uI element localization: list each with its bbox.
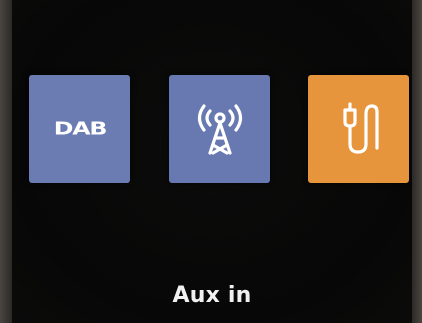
- device-screen: DAB Aux in: [12, 0, 412, 323]
- bezel-left-edge: [0, 0, 12, 323]
- dab-text-icon: DAB: [53, 118, 107, 140]
- aux-in-mode-tile[interactable]: [308, 75, 409, 183]
- radio-tower-icon: [194, 101, 246, 157]
- dab-mode-tile[interactable]: DAB: [29, 75, 130, 183]
- fm-radio-mode-tile[interactable]: [169, 75, 270, 183]
- aux-cable-icon: [337, 100, 381, 158]
- bezel-right-edge: [412, 0, 422, 323]
- selected-mode-label: Aux in: [172, 283, 252, 308]
